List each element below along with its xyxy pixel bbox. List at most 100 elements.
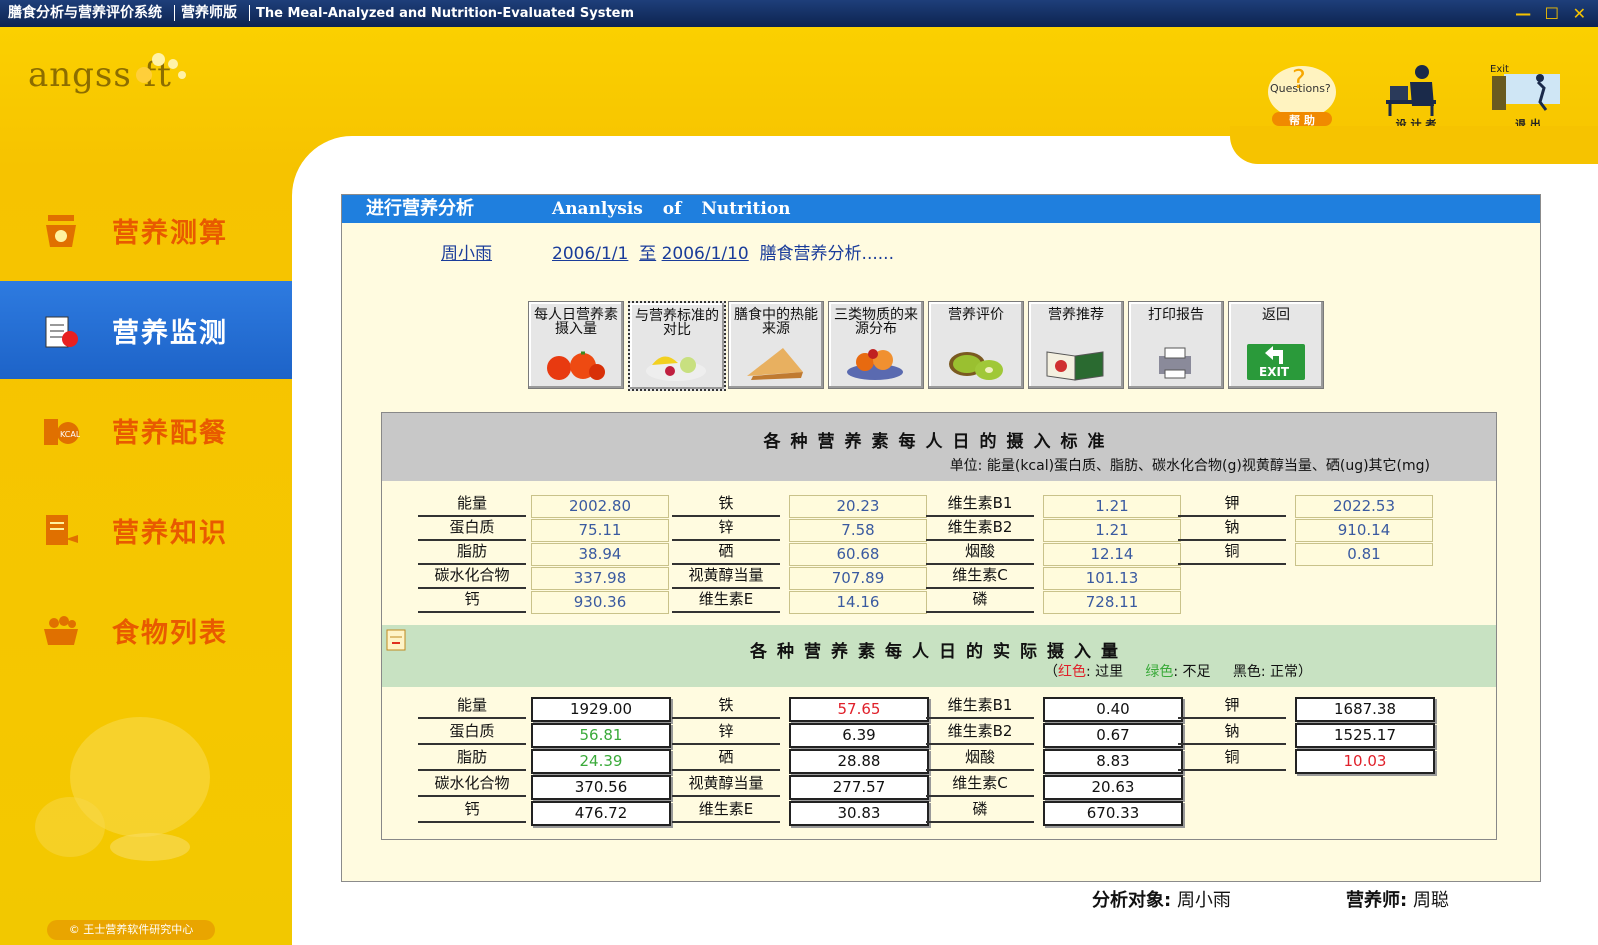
help-button[interactable]: Questions?? 帮 助 bbox=[1262, 62, 1342, 132]
nutrient-value-field[interactable]: 101.13 bbox=[1043, 567, 1181, 590]
date-to[interactable]: 2006/1/10 bbox=[662, 244, 749, 264]
copyright: © 王士营养软件研究中心 bbox=[47, 920, 215, 940]
pastry-icon bbox=[747, 348, 803, 380]
nutrient-label: 磷 bbox=[926, 589, 1034, 613]
nutrient-value-field[interactable]: 20.63 bbox=[1043, 775, 1183, 800]
export-icon[interactable] bbox=[386, 629, 406, 651]
dietitian: 营养师: 周聪 bbox=[1346, 886, 1449, 912]
button-label: 返回 bbox=[1262, 307, 1290, 323]
recipe-book-icon bbox=[1046, 351, 1104, 381]
nutrient-label: 烟酸 bbox=[926, 541, 1034, 565]
basket-icon bbox=[44, 616, 78, 645]
logo: angss ft bbox=[28, 53, 186, 95]
daily-intake-button[interactable]: 每人日营养素摄入量 bbox=[528, 301, 624, 389]
legend-red-text: : 过里 bbox=[1085, 664, 1124, 680]
nutrition-evaluation-button[interactable]: 营养评价 bbox=[928, 301, 1024, 389]
nutrient-value-field[interactable]: 337.98 bbox=[531, 567, 669, 590]
nutrient-label: 铜 bbox=[1178, 747, 1286, 771]
nutrient-label: 视黄醇当量 bbox=[672, 565, 780, 589]
nutrient-value-field[interactable]: 1.21 bbox=[1043, 495, 1181, 518]
nutrient-label: 能量 bbox=[418, 695, 526, 719]
kiwi-icon bbox=[949, 352, 1003, 380]
nutrient-value-field[interactable]: 7.58 bbox=[789, 519, 927, 542]
exit-app-button[interactable]: Exit 退 出 bbox=[1488, 62, 1568, 132]
clipboard-icon bbox=[45, 316, 78, 348]
nutrient-value-field[interactable]: 10.03 bbox=[1295, 749, 1435, 774]
nutrient-value-field[interactable]: 2022.53 bbox=[1295, 495, 1433, 518]
person-link[interactable]: 周小雨 bbox=[441, 239, 492, 264]
nutrient-label: 碳水化合物 bbox=[418, 773, 526, 797]
person-name[interactable]: 周小雨 bbox=[441, 244, 492, 264]
nutrient-value-field[interactable]: 1525.17 bbox=[1295, 723, 1435, 748]
designer-button[interactable]: 设 计 者 bbox=[1376, 62, 1456, 132]
nutrient-label: 铁 bbox=[672, 695, 780, 719]
nutrient-value-field[interactable]: 0.81 bbox=[1295, 543, 1433, 566]
nutrient-value-field[interactable]: 28.88 bbox=[789, 749, 929, 774]
nutrient-value-field[interactable]: 910.14 bbox=[1295, 519, 1433, 542]
nutrient-label: 烟酸 bbox=[926, 747, 1034, 771]
nutrient-label: 维生素B2 bbox=[926, 517, 1034, 541]
nutrient-value-field[interactable]: 728.11 bbox=[1043, 591, 1181, 614]
nutrient-value-field[interactable]: 6.39 bbox=[789, 723, 929, 748]
nutrient-value-field[interactable]: 8.83 bbox=[1043, 749, 1183, 774]
legend-green-text: : 不足 bbox=[1173, 664, 1211, 680]
nutrient-value-field[interactable]: 670.33 bbox=[1043, 801, 1183, 826]
nutrient-value-field[interactable]: 277.57 bbox=[789, 775, 929, 800]
return-button[interactable]: 返回 EXIT bbox=[1228, 301, 1324, 389]
date-from[interactable]: 2006/1/1 bbox=[552, 244, 628, 264]
nutrient-label: 钠 bbox=[1178, 517, 1286, 541]
nutrient-value-field[interactable]: 75.11 bbox=[531, 519, 669, 542]
dietitian-value: 周聪 bbox=[1412, 890, 1449, 911]
nutrient-label: 维生素B1 bbox=[926, 695, 1034, 719]
maximize-button[interactable]: ☐ bbox=[1545, 4, 1559, 23]
nutrient-label: 维生素C bbox=[926, 565, 1034, 589]
sidebar-item-nutrition-calc[interactable]: 营养测算 bbox=[0, 181, 292, 279]
nutrient-value-field[interactable]: 1929.00 bbox=[531, 697, 671, 722]
compare-standard-button[interactable]: 与营养标准的对比 bbox=[628, 301, 726, 391]
nutrient-value-field[interactable]: 12.14 bbox=[1043, 543, 1181, 566]
nutrient-value-field[interactable]: 0.40 bbox=[1043, 697, 1183, 722]
energy-source-button[interactable]: 膳食中的热能来源 bbox=[728, 301, 824, 389]
nutrient-label: 钙 bbox=[418, 799, 526, 823]
sidebar-item-nutrition-monitor[interactable]: 营养监测 bbox=[0, 281, 292, 379]
sidebar: 营养测算 营养监测 KCAL 营养配餐 营养知识 食物列表 bbox=[0, 167, 292, 945]
nutrient-value-field[interactable]: 370.56 bbox=[531, 775, 671, 800]
nutrient-value-field[interactable]: 476.72 bbox=[531, 801, 671, 826]
print-report-button[interactable]: 打印报告 bbox=[1128, 301, 1224, 389]
sidebar-item-nutrition-knowledge[interactable]: 营养知识 bbox=[0, 481, 292, 579]
nutrient-value-field[interactable]: 930.36 bbox=[531, 591, 669, 614]
exit-sign-icon: EXIT bbox=[1247, 344, 1305, 380]
legend-red: 红色 bbox=[1057, 664, 1086, 680]
nutrient-label: 铜 bbox=[1178, 541, 1286, 565]
nutrient-value-field[interactable]: 2002.80 bbox=[531, 495, 669, 518]
sidebar-item-label: 营养监测 bbox=[112, 318, 228, 349]
nutrient-value-field[interactable]: 60.68 bbox=[789, 543, 927, 566]
sidebar-item-food-list[interactable]: 食物列表 bbox=[0, 581, 292, 679]
nutrient-value-field[interactable]: 57.65 bbox=[789, 697, 929, 722]
book-icon bbox=[46, 515, 78, 545]
kcal-icon: KCAL bbox=[44, 419, 80, 445]
nutrient-distribution-button[interactable]: 三类物质的来源分布 bbox=[828, 301, 924, 389]
standard-unit: 单位: 能量(kcal)蛋白质、脂肪、碳水化合物(g)视黄醇当量、硒(ug)其它… bbox=[949, 458, 1430, 474]
nutrient-label: 视黄醇当量 bbox=[672, 773, 780, 797]
sidebar-item-label: 营养知识 bbox=[112, 518, 228, 549]
close-button[interactable]: ✕ bbox=[1573, 4, 1586, 23]
nutrient-value-field[interactable]: 14.16 bbox=[789, 591, 927, 614]
nutrient-value-field[interactable]: 20.23 bbox=[789, 495, 927, 518]
subject-label: 分析对象: bbox=[1092, 890, 1172, 911]
nutrient-value-field[interactable]: 38.94 bbox=[531, 543, 669, 566]
nutrient-value-field[interactable]: 30.83 bbox=[789, 801, 929, 826]
nutrient-value-field[interactable]: 24.39 bbox=[531, 749, 671, 774]
nutrient-value-field[interactable]: 0.67 bbox=[1043, 723, 1183, 748]
legend: （红色: 过里 绿色: 不足 黑色: 正常） bbox=[1044, 661, 1312, 681]
nutrient-value-field[interactable]: 56.81 bbox=[531, 723, 671, 748]
nutrient-value-field[interactable]: 1687.38 bbox=[1295, 697, 1435, 722]
nutrition-recommend-button[interactable]: 营养推荐 bbox=[1028, 301, 1124, 389]
window-titlebar: 膳食分析与营养评价系统 营养师版 The Meal-Analyzed and Nut… bbox=[0, 0, 1598, 27]
button-label: 营养评价 bbox=[948, 307, 1004, 323]
nutrient-label: 维生素E bbox=[672, 799, 780, 823]
sidebar-item-meal-plan[interactable]: KCAL 营养配餐 bbox=[0, 381, 292, 479]
minimize-button[interactable]: — bbox=[1515, 4, 1531, 23]
nutrient-value-field[interactable]: 707.89 bbox=[789, 567, 927, 590]
nutrient-value-field[interactable]: 1.21 bbox=[1043, 519, 1181, 542]
